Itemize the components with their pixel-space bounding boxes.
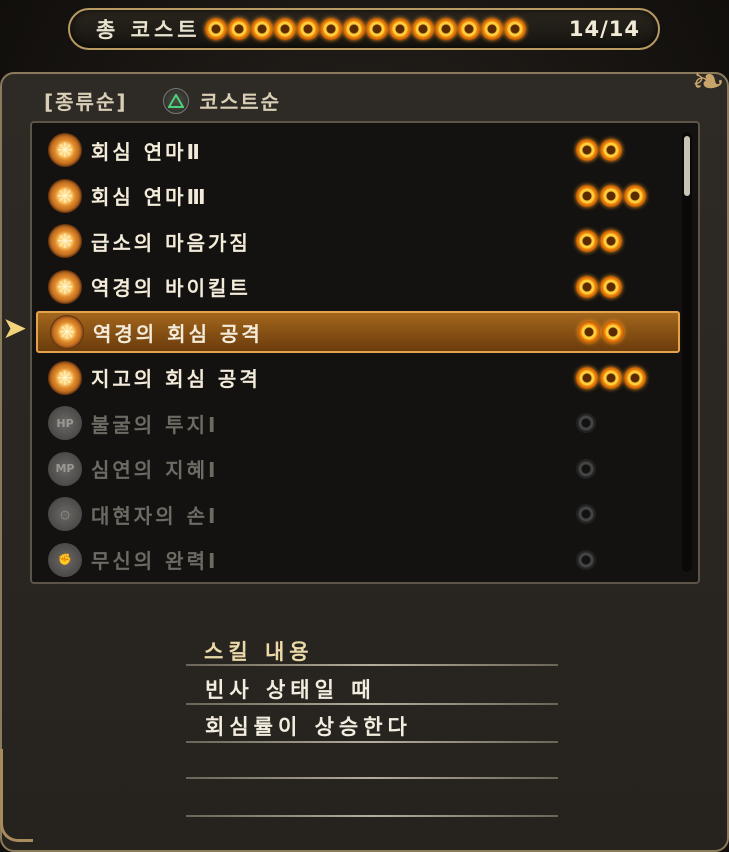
skill-name: 불굴의 투지Ⅰ bbox=[91, 412, 219, 437]
divider bbox=[186, 741, 558, 743]
cost-orb-icon bbox=[576, 275, 598, 298]
cost-orb-icon bbox=[576, 458, 596, 479]
cost-orb-icon bbox=[602, 321, 624, 343]
cost-orb-icon bbox=[624, 366, 646, 389]
skill-cost bbox=[576, 184, 646, 207]
skill-name: 무신의 완력Ⅰ bbox=[91, 549, 219, 573]
mp-skill-icon: MP bbox=[48, 451, 82, 486]
cost-orb-icon bbox=[250, 18, 273, 40]
skill-name: 심연의 지혜Ⅰ bbox=[91, 458, 219, 482]
total-cost-count: 14/14 bbox=[568, 17, 640, 41]
cost-orb-icon bbox=[576, 413, 596, 433]
crit-skill-icon bbox=[48, 269, 82, 304]
corner-ornament-bottom-left bbox=[0, 749, 33, 842]
sort-options: [종류순] 코스트순 bbox=[44, 86, 281, 115]
skill-cost bbox=[576, 504, 596, 524]
cost-orb-icon bbox=[576, 366, 598, 389]
cost-orb-icon bbox=[576, 504, 596, 524]
skill-icon-text: ✊ bbox=[58, 553, 72, 566]
total-cost-bar: 총 코스트 14/14 bbox=[68, 8, 660, 50]
divider bbox=[186, 703, 558, 705]
corner-ornament-icon: ❧ bbox=[691, 59, 725, 105]
description-line: 빈사 상태일 때 bbox=[205, 678, 376, 702]
arm-skill-icon: ✊ bbox=[48, 542, 82, 577]
cost-orb-icon bbox=[576, 139, 598, 161]
crit-skill-icon bbox=[48, 360, 82, 395]
cost-orb-icon bbox=[434, 18, 457, 40]
crit-skill-icon bbox=[48, 133, 82, 167]
scrollbar-thumb[interactable] bbox=[684, 136, 690, 196]
cost-orb-icon bbox=[600, 275, 622, 298]
cost-orb-icon bbox=[411, 18, 434, 40]
cost-orb-icon bbox=[503, 18, 526, 40]
skill-cost bbox=[576, 366, 646, 389]
crit-skill-icon bbox=[48, 224, 82, 258]
skill-row[interactable]: 지고의 회심 공격 bbox=[36, 357, 680, 399]
skill-row[interactable]: 회심 연마Ⅱ bbox=[36, 129, 680, 171]
cost-orb-icon bbox=[273, 18, 296, 40]
sort-by-cost[interactable]: 코스트순 bbox=[199, 86, 281, 115]
skill-icon-text: MP bbox=[55, 462, 75, 475]
cost-orb-icon bbox=[576, 549, 596, 570]
skill-name: 회심 연마Ⅱ bbox=[91, 139, 203, 164]
skill-name: 역경의 바이킬트 bbox=[91, 276, 251, 300]
total-cost-label: 총 코스트 bbox=[96, 18, 201, 42]
divider bbox=[186, 777, 558, 779]
skill-row[interactable]: 회심 연마Ⅲ bbox=[36, 175, 680, 217]
skill-cost bbox=[576, 230, 622, 252]
hp-skill-icon: HP bbox=[48, 406, 82, 440]
skill-row[interactable]: HP 불굴의 투지Ⅰ bbox=[36, 402, 680, 444]
pointer-hand-icon: ➤ bbox=[2, 311, 28, 346]
description-line: 회심률이 상승한다 bbox=[205, 715, 412, 739]
cost-orb-icon bbox=[576, 230, 598, 252]
triangle-button-icon bbox=[163, 87, 190, 114]
cost-orb-icon bbox=[600, 184, 622, 207]
skill-cost bbox=[576, 549, 596, 570]
skill-row[interactable]: MP 심연의 지혜Ⅰ bbox=[36, 448, 680, 490]
cost-orb-icon bbox=[227, 18, 250, 40]
skill-name: 급소의 마음가짐 bbox=[91, 230, 251, 255]
cost-orb-icon bbox=[319, 18, 342, 40]
crit-skill-icon bbox=[50, 315, 84, 349]
cost-orb-icon bbox=[480, 18, 503, 40]
skill-cost bbox=[576, 458, 596, 479]
skill-row[interactable]: 역경의 회심 공격 bbox=[36, 311, 680, 353]
hand-skill-icon: ○ bbox=[48, 497, 82, 531]
skill-row[interactable]: ✊ 무신의 완력Ⅰ bbox=[36, 539, 680, 581]
skill-name: 지고의 회심 공격 bbox=[91, 367, 261, 391]
crit-skill-icon bbox=[48, 178, 82, 213]
cost-orb-icon bbox=[600, 139, 622, 161]
skill-cost bbox=[576, 413, 596, 433]
cost-orbs bbox=[204, 18, 526, 40]
skill-row[interactable]: 급소의 마음가짐 bbox=[36, 220, 680, 262]
skill-cost bbox=[576, 275, 622, 298]
cost-orb-icon bbox=[296, 18, 319, 40]
cost-orb-icon bbox=[600, 230, 622, 252]
sort-by-type[interactable]: [종류순] bbox=[44, 86, 127, 115]
cost-orb-icon bbox=[204, 18, 227, 40]
cost-orb-icon bbox=[578, 321, 600, 343]
cost-orb-icon bbox=[457, 18, 480, 40]
scrollbar[interactable] bbox=[682, 132, 692, 572]
skill-name: 역경의 회심 공격 bbox=[93, 321, 263, 346]
skill-cost bbox=[576, 139, 622, 161]
skill-cost bbox=[578, 321, 624, 343]
divider bbox=[186, 815, 558, 817]
skill-name: 회심 연마Ⅲ bbox=[91, 185, 209, 209]
cost-orb-icon bbox=[342, 18, 365, 40]
cost-orb-icon bbox=[624, 184, 646, 207]
description-title: 스킬 내용 bbox=[204, 640, 314, 664]
skill-row[interactable]: ○ 대현자의 손Ⅰ bbox=[36, 493, 680, 535]
skill-name: 대현자의 손Ⅰ bbox=[91, 503, 219, 528]
cost-orb-icon bbox=[365, 18, 388, 40]
skill-icon-text: ○ bbox=[60, 507, 70, 521]
skill-row[interactable]: 역경의 바이킬트 bbox=[36, 266, 680, 308]
cost-orb-icon bbox=[388, 18, 411, 40]
divider bbox=[186, 664, 558, 666]
skill-icon-text: HP bbox=[56, 416, 74, 430]
cost-orb-icon bbox=[600, 366, 622, 389]
cost-orb-icon bbox=[576, 184, 598, 207]
